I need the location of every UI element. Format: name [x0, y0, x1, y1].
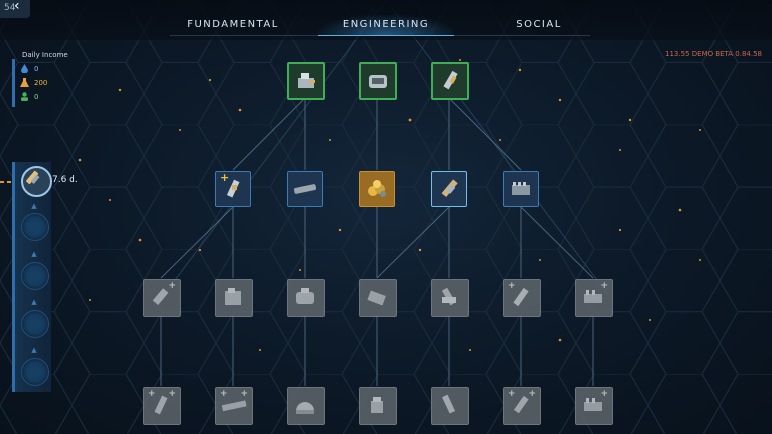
- locked-robot-icon: [371, 397, 383, 413]
- drill-tool-icon: [443, 70, 458, 90]
- income-water: 0: [20, 63, 70, 75]
- locked-arm-icon: [513, 395, 529, 414]
- locked-dome-icon: [296, 402, 314, 414]
- compressor-machine-icon: [369, 75, 387, 88]
- locked-rocket-icon: [442, 394, 456, 414]
- tech-node-locked[interactable]: + +: [143, 387, 181, 425]
- version-label: 113.55 DEMO BETA 0.84.58: [665, 50, 762, 58]
- tech-node-available[interactable]: [287, 171, 323, 207]
- back-button[interactable]: 54 ‹: [0, 0, 30, 18]
- chevron-up-icon: ▲: [31, 298, 37, 306]
- chevron-up-icon: ▲: [31, 202, 37, 210]
- tech-node-locked[interactable]: +: [575, 279, 613, 317]
- tech-node-locked[interactable]: + +: [215, 387, 253, 425]
- locked-battery-icon: [584, 398, 602, 411]
- tab-social[interactable]: SOCIAL: [474, 15, 604, 35]
- chevron-up-icon: ▲: [31, 250, 37, 258]
- locked-tank-icon: [296, 288, 314, 304]
- tech-node-researched[interactable]: [359, 62, 397, 100]
- locked-pump-icon: [367, 290, 386, 306]
- research-time-remaining: 7.6 d.: [52, 175, 78, 185]
- locked-drill-icon: [154, 395, 168, 415]
- tech-node-available[interactable]: [503, 171, 539, 207]
- drill-tool-icon: [26, 170, 40, 184]
- locked-battery-icon: [584, 290, 602, 303]
- queue-slot[interactable]: [21, 262, 49, 290]
- locked-drill-icon: [152, 288, 169, 306]
- tech-node-locked[interactable]: +: [143, 279, 181, 317]
- tech-node-locked[interactable]: [287, 387, 325, 425]
- tech-node-locked[interactable]: [215, 279, 253, 317]
- tech-node-locked[interactable]: [359, 279, 397, 317]
- tech-node-researched[interactable]: [287, 62, 325, 100]
- income-research: 200: [20, 77, 70, 89]
- locked-tool-icon: [513, 287, 529, 307]
- tech-node-researched[interactable]: [431, 62, 469, 100]
- queue-slot[interactable]: [21, 213, 49, 241]
- mech-arm-icon: [441, 179, 458, 198]
- tech-node-selected[interactable]: [359, 171, 395, 207]
- queue-slot[interactable]: [21, 358, 49, 386]
- tech-node-locked[interactable]: +: [503, 279, 541, 317]
- water-icon: [21, 64, 28, 73]
- income-panel-bar: [12, 59, 15, 107]
- active-research-slot[interactable]: [21, 166, 52, 197]
- research-screen: 54 ‹ FUNDAMENTAL ENGINEERING SOCIAL 113.…: [0, 0, 772, 434]
- battery-pack-icon: [512, 182, 530, 195]
- tech-node-locked[interactable]: + +: [503, 387, 541, 425]
- daily-income-title: Daily Income: [22, 51, 68, 59]
- tab-fundamental[interactable]: FUNDAMENTAL: [168, 15, 298, 35]
- tech-node-locked[interactable]: [431, 387, 469, 425]
- locked-machine-icon: [225, 288, 241, 305]
- queue-slot[interactable]: [21, 310, 49, 338]
- conveyor-belt-icon: [293, 184, 317, 194]
- chevron-left-icon: ‹: [14, 0, 20, 14]
- mining-machine-icon: [298, 73, 315, 88]
- tech-node-locked[interactable]: [359, 387, 397, 425]
- tech-node-in-research[interactable]: [431, 171, 467, 207]
- tech-node-locked[interactable]: [431, 279, 469, 317]
- tech-node-locked[interactable]: [287, 279, 325, 317]
- locked-belt-icon: [221, 400, 247, 412]
- research-flask-icon: [20, 78, 29, 87]
- locked-arm-icon: [441, 287, 456, 306]
- tech-node-locked[interactable]: +: [575, 387, 613, 425]
- tab-engineering[interactable]: ENGINEERING: [318, 15, 454, 36]
- tech-node-available[interactable]: +: [215, 171, 251, 207]
- colonist-icon: [21, 92, 28, 101]
- extractor-upgrade-icon: [226, 179, 240, 198]
- ore-pile-icon: [368, 180, 386, 197]
- chevron-up-icon: ▲: [31, 346, 37, 354]
- income-colonists: 0: [20, 91, 70, 103]
